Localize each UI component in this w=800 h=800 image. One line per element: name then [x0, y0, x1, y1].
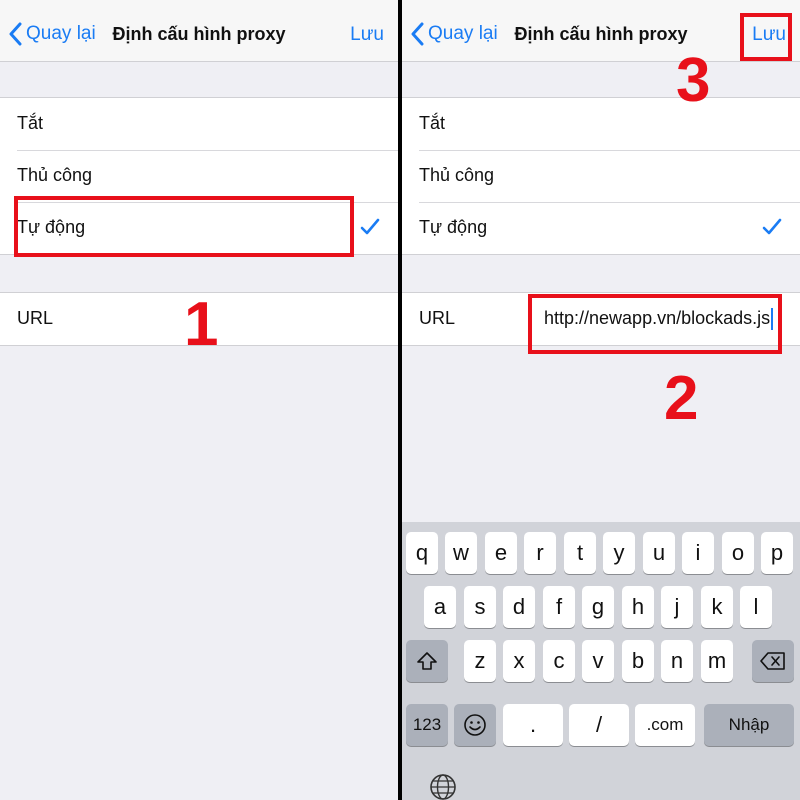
key-u[interactable]: u [643, 532, 675, 574]
backspace-icon [760, 652, 785, 670]
option-label: Thủ công [17, 165, 93, 185]
key-x[interactable]: x [503, 640, 535, 682]
step-number-1: 1 [184, 290, 219, 359]
navigation-bar: Quay lại Định cấu hình proxy Lưu [0, 0, 398, 62]
key-c[interactable]: c [543, 640, 575, 682]
delete-key[interactable] [752, 640, 794, 682]
save-button[interactable]: Lưu [752, 24, 786, 46]
keyboard: q w e r t y u i o p a s d f g h j k l z … [402, 522, 800, 800]
proxy-mode-group: Tắt Thủ công Tự động [0, 97, 398, 255]
key-i[interactable]: i [682, 532, 714, 574]
step-number-3: 3 [676, 46, 711, 115]
key-o[interactable]: o [722, 532, 754, 574]
page-title: Định cấu hình proxy [112, 24, 286, 44]
url-group: URL http://newapp.vn/blockads.js [402, 292, 800, 346]
text-cursor [771, 308, 774, 331]
url-row: URL http://newapp.vn/blockads.js [402, 293, 800, 345]
url-input[interactable]: http://newapp.vn/blockads.js [544, 308, 774, 331]
option-manual[interactable]: Thủ công [402, 150, 800, 202]
key-a[interactable]: a [424, 586, 456, 628]
option-label: Thủ công [419, 165, 495, 185]
dot-com-key[interactable]: .com [635, 704, 695, 746]
key-h[interactable]: h [622, 586, 654, 628]
key-s[interactable]: s [464, 586, 496, 628]
emoji-key[interactable] [454, 704, 496, 746]
slash-key[interactable]: / [569, 704, 629, 746]
option-label: Tự động [17, 217, 86, 237]
globe-button[interactable] [428, 772, 460, 800]
key-q[interactable]: q [406, 532, 438, 574]
key-z[interactable]: z [464, 640, 496, 682]
proxy-mode-group: Tắt Thủ công Tự động [402, 97, 800, 255]
key-m[interactable]: m [701, 640, 733, 682]
dot-key[interactable]: . [503, 704, 563, 746]
navigation-bar: Quay lại Định cấu hình proxy Lưu [402, 0, 800, 62]
key-n[interactable]: n [661, 640, 693, 682]
shift-icon [417, 652, 437, 670]
key-v[interactable]: v [582, 640, 614, 682]
return-key[interactable]: Nhập [704, 704, 794, 746]
key-l[interactable]: l [740, 586, 772, 628]
option-off[interactable]: Tắt [0, 98, 398, 150]
url-label: URL [17, 308, 54, 328]
key-r[interactable]: r [524, 532, 556, 574]
step-number-2: 2 [664, 364, 699, 433]
option-automatic[interactable]: Tự động [0, 202, 398, 254]
option-off[interactable]: Tắt [402, 98, 800, 150]
key-e[interactable]: e [485, 532, 517, 574]
key-j[interactable]: j [661, 586, 693, 628]
numbers-key[interactable]: 123 [406, 704, 448, 746]
key-d[interactable]: d [503, 586, 535, 628]
left-screenshot-panel: Quay lại Định cấu hình proxy Lưu Tắt Thủ… [0, 0, 398, 800]
shift-key[interactable] [406, 640, 448, 682]
option-label: Tắt [419, 113, 446, 133]
checkmark-icon [762, 218, 782, 235]
page-title: Định cấu hình proxy [514, 24, 688, 44]
key-w[interactable]: w [445, 532, 477, 574]
option-label: Tắt [17, 113, 44, 133]
url-input-value: http://newapp.vn/blockads.js [544, 308, 771, 328]
key-f[interactable]: f [543, 586, 575, 628]
key-p[interactable]: p [761, 532, 793, 574]
option-manual[interactable]: Thủ công [0, 150, 398, 202]
key-b[interactable]: b [622, 640, 654, 682]
right-screenshot-panel: Quay lại Định cấu hình proxy Lưu Tắt Thủ… [402, 0, 800, 800]
key-t[interactable]: t [564, 532, 596, 574]
option-label: Tự động [419, 217, 488, 237]
checkmark-icon [360, 218, 380, 235]
globe-icon [430, 774, 456, 800]
url-label: URL [419, 308, 456, 328]
emoji-icon [464, 714, 486, 736]
key-k[interactable]: k [701, 586, 733, 628]
key-g[interactable]: g [582, 586, 614, 628]
save-button[interactable]: Lưu [350, 24, 384, 46]
option-automatic[interactable]: Tự động [402, 202, 800, 254]
key-y[interactable]: y [603, 532, 635, 574]
